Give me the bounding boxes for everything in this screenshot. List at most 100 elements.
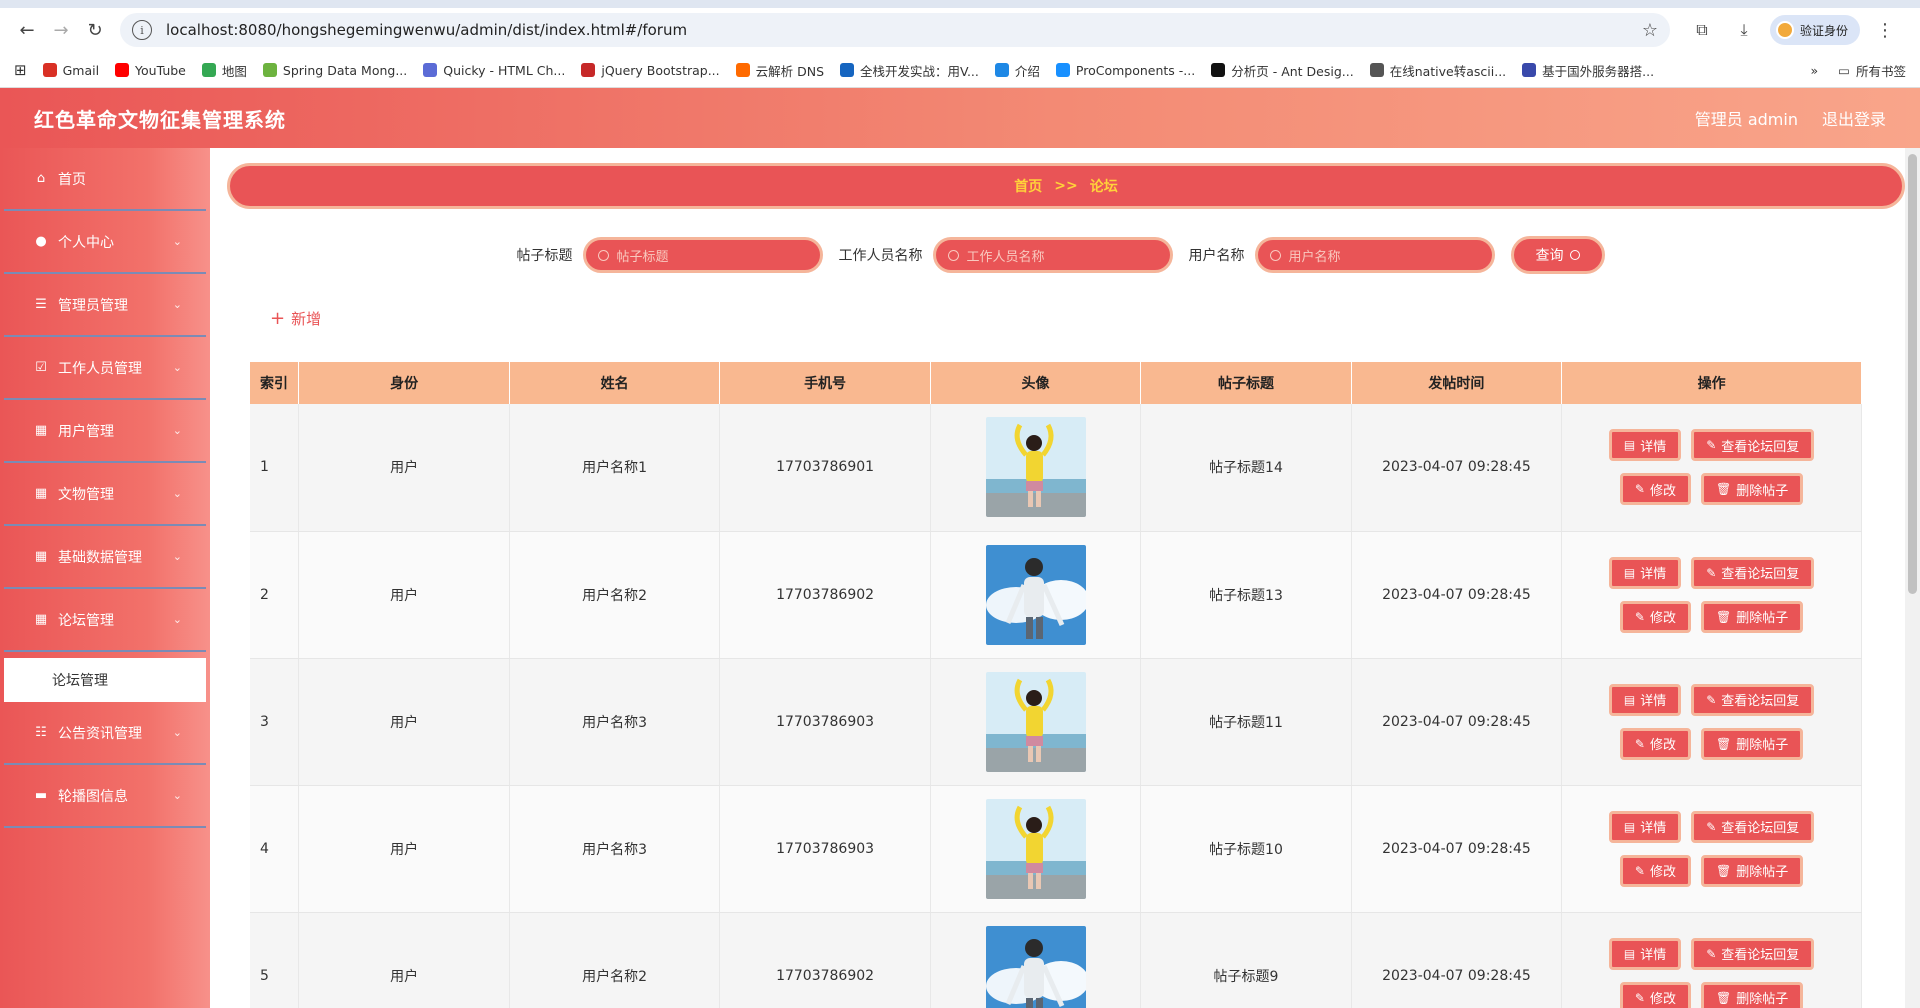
edit-button[interactable]: ✎ 修改: [1619, 981, 1691, 1008]
detail-button[interactable]: ▤ 详情: [1608, 429, 1682, 462]
user-search-input[interactable]: 用户名称: [1254, 237, 1495, 273]
edit-icon: ✎: [1706, 565, 1717, 580]
profile-avatar: [1776, 21, 1794, 39]
scrollbar-thumb[interactable]: [1908, 154, 1917, 594]
back-icon[interactable]: ←: [10, 13, 44, 47]
cell-name: 用户名称3: [509, 785, 721, 913]
edit-button[interactable]: ✎ 修改: [1619, 600, 1691, 633]
bookmark-item[interactable]: 全栈开发实战：用V...: [840, 61, 979, 80]
edit-button-label: 修改: [1649, 611, 1676, 626]
bookmark-favicon: [1055, 63, 1070, 77]
edit-icon: ✎: [1634, 990, 1645, 1005]
avatar-image: [985, 417, 1086, 518]
actions-row: ✎ 修改 🗑 删除帖子: [1619, 854, 1804, 887]
sidebar-item[interactable]: ▬ 轮播图信息 ⌄: [4, 765, 206, 828]
download-icon[interactable]: ⤓: [1728, 14, 1760, 46]
sidebar-item-label: 个人中心: [58, 234, 114, 251]
extensions-icon[interactable]: ⧉: [1686, 14, 1718, 46]
title-search-input[interactable]: 帖子标题: [582, 237, 823, 273]
bookmark-item[interactable]: 分析页 - Ant Desig...: [1211, 61, 1354, 80]
sidebar-item[interactable]: ☰ 管理员管理 ⌄: [4, 274, 206, 337]
apps-icon[interactable]: ⊞: [14, 61, 27, 79]
bookmark-item[interactable]: 在线native转ascii...: [1369, 61, 1506, 80]
bookmark-item[interactable]: jQuery Bootstrap...: [581, 61, 720, 80]
bookmark-item[interactable]: Spring Data Mong...: [262, 61, 407, 80]
column-header: 操作: [1561, 362, 1862, 404]
forward-icon[interactable]: →: [44, 13, 78, 47]
delete-post-button[interactable]: 🗑 删除帖子: [1700, 473, 1804, 506]
bookmark-item[interactable]: 地图: [201, 61, 247, 80]
query-button[interactable]: 查询: [1510, 236, 1605, 274]
reload-icon[interactable]: ↻: [78, 13, 112, 47]
view-replies-button-label: 查看论坛回复: [1721, 567, 1800, 582]
detail-button[interactable]: ▤ 详情: [1608, 810, 1682, 843]
edit-button[interactable]: ✎ 修改: [1619, 727, 1691, 760]
detail-button[interactable]: ▤ 详情: [1608, 556, 1682, 589]
more-bookmarks-icon[interactable]: »: [1811, 63, 1819, 78]
edit-button[interactable]: ✎ 修改: [1619, 473, 1691, 506]
cell-idx: 4: [250, 785, 300, 913]
search-bar: 帖子标题 帖子标题 工作人员名称 工作人员名称 用户名称 用户名称 查询: [210, 236, 1905, 274]
view-replies-button[interactable]: ✎ 查看论坛回复: [1691, 810, 1815, 843]
sidebar-item[interactable]: ☷ 公告资讯管理 ⌄: [4, 702, 206, 765]
browser-menu-icon[interactable]: ⋮: [1870, 20, 1900, 41]
bookmark-item[interactable]: ProComponents -...: [1055, 61, 1195, 80]
view-replies-button[interactable]: ✎ 查看论坛回复: [1691, 429, 1815, 462]
trash-icon: 🗑: [1715, 736, 1732, 751]
bookmark-item[interactable]: Gmail: [42, 61, 99, 80]
view-replies-button[interactable]: ✎ 查看论坛回复: [1691, 556, 1815, 589]
bookmark-item[interactable]: 基于国外服务器搭...: [1522, 61, 1654, 80]
all-bookmarks-label: 所有书签: [1855, 63, 1906, 79]
bookmark-label: 全栈开发实战：用V...: [860, 63, 979, 79]
sidebar-item[interactable]: ● 个人中心 ⌄: [4, 211, 206, 274]
document-icon: ▤: [1623, 946, 1636, 961]
bookmark-item[interactable]: 介绍: [994, 61, 1040, 80]
bookmark-item[interactable]: YouTube: [115, 61, 186, 80]
sidebar-item[interactable]: ▦ 论坛管理 ⌄: [4, 589, 206, 652]
column-header: 姓名: [509, 362, 721, 404]
view-replies-button[interactable]: ✎ 查看论坛回复: [1691, 683, 1815, 716]
detail-button[interactable]: ▤ 详情: [1608, 937, 1682, 970]
bookmark-star-icon[interactable]: ☆: [1642, 20, 1658, 41]
avatar-image: [985, 671, 1086, 772]
sidebar-item[interactable]: ▦ 基础数据管理 ⌄: [4, 526, 206, 589]
logout-link[interactable]: 退出登录: [1822, 106, 1886, 130]
edit-button[interactable]: ✎ 修改: [1619, 854, 1691, 887]
bookmark-item[interactable]: Quicky - HTML Ch...: [423, 61, 565, 80]
bookmark-item[interactable]: 云解析 DNS: [735, 61, 824, 80]
delete-post-button[interactable]: 🗑 删除帖子: [1700, 981, 1804, 1008]
grid-icon: ▦: [34, 423, 48, 438]
sidebar-item[interactable]: ▦ 文物管理 ⌄: [4, 463, 206, 526]
view-replies-button[interactable]: ✎ 查看论坛回复: [1691, 937, 1815, 970]
user-search-label: 用户名称: [1188, 248, 1245, 264]
table-row: 5 用户 用户名称2 17703786902 帖子标题9 2023-04-07 09:28…: [250, 912, 1862, 1008]
table-row: 1 用户 用户名称1 17703786901 帖子标题14 2023-04-07 09:2…: [250, 404, 1862, 532]
cell-time: 2023-04-07 09:28:45: [1351, 404, 1563, 532]
sidebar-subitem-forum[interactable]: 论坛管理: [4, 658, 206, 702]
column-header: 手机号: [719, 362, 931, 404]
url-text[interactable]: localhost:8080/hongshegemingwenwu/admin/…: [166, 21, 1642, 39]
profile-button[interactable]: 验证身份: [1770, 15, 1861, 45]
all-bookmarks[interactable]: ▭ 所有书签: [1838, 61, 1906, 80]
edit-icon: ✎: [1634, 482, 1645, 497]
page-scrollbar[interactable]: [1905, 148, 1920, 1008]
site-info-icon[interactable]: i: [132, 20, 152, 40]
staff-search-input[interactable]: 工作人员名称: [932, 237, 1173, 273]
delete-post-button[interactable]: 🗑 删除帖子: [1700, 854, 1804, 887]
bookmark-favicon: [994, 63, 1009, 77]
sidebar-item[interactable]: ☑ 工作人员管理 ⌄: [4, 337, 206, 400]
sidebar-item[interactable]: ⌂ 首页: [4, 148, 206, 211]
column-header: 身份: [298, 362, 510, 404]
column-header: 发帖时间: [1351, 362, 1563, 404]
address-bar[interactable]: i localhost:8080/hongshegemingwenwu/admi…: [120, 13, 1670, 47]
edit-button-label: 修改: [1649, 992, 1676, 1007]
add-button[interactable]: + 新增: [270, 308, 321, 329]
breadcrumb-home[interactable]: 首页: [1014, 176, 1042, 196]
sidebar-item[interactable]: ▦ 用户管理 ⌄: [4, 400, 206, 463]
detail-button[interactable]: ▤ 详情: [1608, 683, 1682, 716]
trash-icon: 🗑: [1715, 482, 1732, 497]
row-actions: ▤ 详情 ✎ 查看论坛回复 ✎ 修改 🗑 删除帖子: [1562, 683, 1861, 760]
column-header: 索引: [250, 362, 300, 404]
delete-post-button[interactable]: 🗑 删除帖子: [1700, 727, 1804, 760]
delete-post-button[interactable]: 🗑 删除帖子: [1700, 600, 1804, 633]
